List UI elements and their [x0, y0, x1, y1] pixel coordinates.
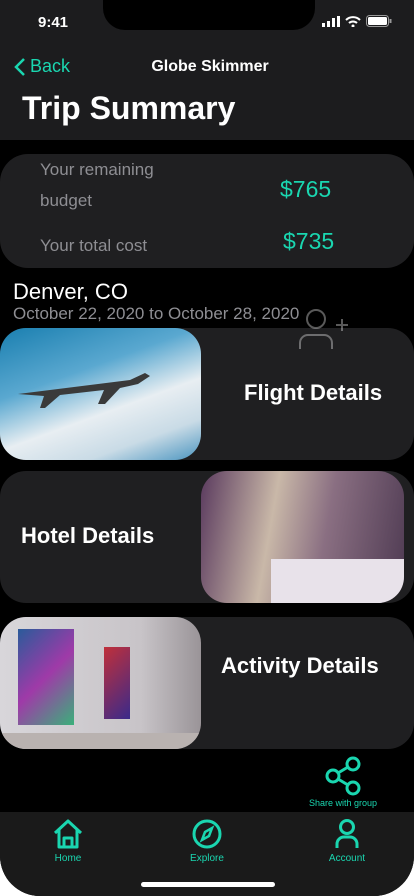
- signal-icon: [322, 15, 340, 27]
- activity-details-card[interactable]: Activity Details: [0, 617, 414, 749]
- tab-home-label: Home: [54, 853, 82, 864]
- account-icon: [335, 819, 359, 848]
- tab-home[interactable]: Home: [28, 818, 108, 864]
- airplane-icon: [18, 373, 150, 408]
- app-title: Globe Skimmer: [151, 58, 269, 75]
- header: 9:41 Back Globe Skimmer Trip Summary: [0, 0, 414, 140]
- tab-explore-label: Explore: [190, 853, 224, 864]
- art-gallery-image: [0, 617, 201, 749]
- share-with-group-button[interactable]: Share with group: [306, 756, 380, 808]
- compass-icon: [192, 819, 222, 849]
- flight-details-label: Flight Details: [244, 380, 383, 405]
- trip-dates: October 22, 2020 to October 28, 2020: [13, 304, 300, 323]
- remaining-budget-value: $765: [280, 176, 332, 202]
- total-cost-label: Your total cost: [40, 236, 148, 255]
- tab-account[interactable]: Account: [307, 818, 387, 864]
- flight-details-card[interactable]: Flight Details: [0, 328, 414, 460]
- share-icon: [325, 756, 361, 796]
- home-icon: [53, 819, 83, 849]
- remaining-budget-label-line2: budget: [40, 191, 92, 210]
- hotel-room-image: [201, 471, 404, 603]
- home-indicator: [141, 882, 275, 887]
- total-cost-value: $735: [283, 228, 335, 254]
- trip-city: Denver, CO: [13, 279, 128, 304]
- phone-screen: 9:41 Back Globe Skimmer Trip Summary You…: [0, 0, 414, 896]
- share-label: Share with group: [308, 798, 378, 808]
- tab-account-label: Account: [328, 853, 366, 864]
- status-time: 9:41: [38, 14, 69, 31]
- add-user-icon: [299, 309, 348, 349]
- budget-card: Your remaining budget $765 Your total co…: [0, 154, 414, 268]
- wifi-icon: [345, 15, 361, 27]
- hotel-details-label: Hotel Details: [21, 523, 155, 548]
- hotel-details-card[interactable]: Hotel Details: [0, 471, 414, 603]
- notch: [103, 0, 315, 30]
- remaining-budget-label-line1: Your remaining: [40, 160, 154, 179]
- battery-icon: [366, 15, 392, 27]
- tab-explore[interactable]: Explore: [167, 818, 247, 864]
- airplane-image: [0, 328, 201, 460]
- activity-details-label: Activity Details: [221, 653, 379, 678]
- status-icons: [322, 15, 392, 27]
- page-title: Trip Summary: [22, 90, 236, 126]
